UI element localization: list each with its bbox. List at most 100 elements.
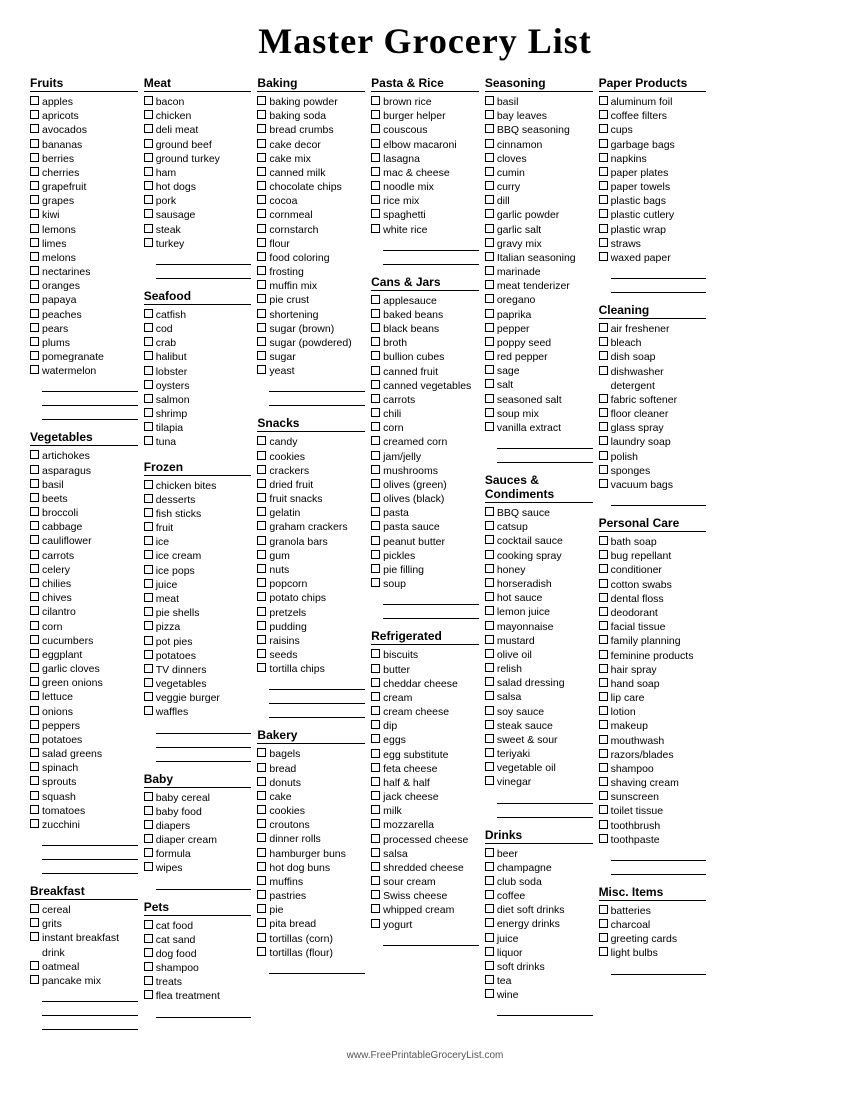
list-item[interactable]: formula [144, 847, 252, 861]
checkbox-icon[interactable] [257, 96, 266, 105]
checkbox-icon[interactable] [257, 139, 266, 148]
checkbox-icon[interactable] [144, 976, 153, 985]
list-item[interactable]: sausage [144, 208, 252, 222]
list-item[interactable]: muffin mix [257, 279, 365, 293]
list-item[interactable]: shampoo [599, 762, 707, 776]
checkbox-icon[interactable] [371, 777, 380, 786]
checkbox-icon[interactable] [599, 110, 608, 119]
checkbox-icon[interactable] [144, 380, 153, 389]
checkbox-icon[interactable] [599, 720, 608, 729]
list-item[interactable]: laundry soap [599, 435, 707, 449]
checkbox-icon[interactable] [30, 252, 39, 261]
checkbox-icon[interactable] [257, 904, 266, 913]
checkbox-icon[interactable] [371, 167, 380, 176]
checkbox-icon[interactable] [371, 834, 380, 843]
list-item[interactable]: gravy mix [485, 237, 593, 251]
checkbox-icon[interactable] [599, 763, 608, 772]
checkbox-icon[interactable] [30, 167, 39, 176]
checkbox-icon[interactable] [257, 153, 266, 162]
checkbox-icon[interactable] [599, 621, 608, 630]
list-item[interactable]: artichokes [30, 449, 138, 463]
list-item[interactable]: plastic wrap [599, 223, 707, 237]
list-item[interactable]: broth [371, 336, 479, 350]
checkbox-icon[interactable] [485, 592, 494, 601]
checkbox-icon[interactable] [599, 408, 608, 417]
list-item[interactable]: catsup [485, 520, 593, 534]
list-item[interactable]: spaghetti [371, 208, 479, 222]
checkbox-icon[interactable] [485, 734, 494, 743]
list-item[interactable]: honey [485, 563, 593, 577]
list-item[interactable]: whipped cream [371, 903, 479, 917]
list-item[interactable]: croutons [257, 818, 365, 832]
list-item[interactable]: mouthwash [599, 734, 707, 748]
checkbox-icon[interactable] [144, 139, 153, 148]
list-item[interactable]: salsa [485, 690, 593, 704]
list-item[interactable]: paper plates [599, 166, 707, 180]
list-item[interactable]: waxed paper [599, 251, 707, 265]
list-item[interactable]: fruit snacks [257, 492, 365, 506]
list-item[interactable]: tortilla chips [257, 662, 365, 676]
checkbox-icon[interactable] [30, 805, 39, 814]
checkbox-icon[interactable] [371, 110, 380, 119]
checkbox-icon[interactable] [257, 266, 266, 275]
checkbox-icon[interactable] [257, 621, 266, 630]
list-item[interactable]: hamburger buns [257, 847, 365, 861]
list-item[interactable]: popcorn [257, 577, 365, 591]
checkbox-icon[interactable] [485, 550, 494, 559]
checkbox-icon[interactable] [257, 933, 266, 942]
list-item[interactable]: chili [371, 407, 479, 421]
list-item[interactable]: hand soap [599, 677, 707, 691]
checkbox-icon[interactable] [257, 607, 266, 616]
list-item[interactable]: cake [257, 790, 365, 804]
list-item[interactable]: lemon juice [485, 605, 593, 619]
list-item[interactable]: pretzels [257, 606, 365, 620]
checkbox-icon[interactable] [144, 309, 153, 318]
list-item[interactable]: sweet & sour [485, 733, 593, 747]
checkbox-icon[interactable] [485, 238, 494, 247]
list-item[interactable]: air freshener [599, 322, 707, 336]
list-item[interactable]: baby food [144, 805, 252, 819]
checkbox-icon[interactable] [257, 167, 266, 176]
list-item[interactable]: butter [371, 663, 479, 677]
checkbox-icon[interactable] [371, 720, 380, 729]
checkbox-icon[interactable] [599, 820, 608, 829]
checkbox-icon[interactable] [485, 96, 494, 105]
list-item[interactable]: jack cheese [371, 790, 479, 804]
checkbox-icon[interactable] [30, 337, 39, 346]
checkbox-icon[interactable] [30, 139, 39, 148]
list-item[interactable]: grapefruit [30, 180, 138, 194]
checkbox-icon[interactable] [144, 948, 153, 957]
list-item[interactable]: Swiss cheese [371, 889, 479, 903]
checkbox-icon[interactable] [599, 777, 608, 786]
list-item[interactable]: garbage bags [599, 138, 707, 152]
list-item[interactable]: yogurt [371, 918, 479, 932]
checkbox-icon[interactable] [485, 691, 494, 700]
list-item[interactable]: marinade [485, 265, 593, 279]
checkbox-icon[interactable] [144, 607, 153, 616]
list-item[interactable]: soup [371, 577, 479, 591]
checkbox-icon[interactable] [257, 507, 266, 516]
checkbox-icon[interactable] [30, 677, 39, 686]
list-item[interactable]: sage [485, 364, 593, 378]
checkbox-icon[interactable] [30, 663, 39, 672]
list-item[interactable]: peppers [30, 719, 138, 733]
list-item[interactable]: sugar (powdered) [257, 336, 365, 350]
list-item[interactable]: avocados [30, 123, 138, 137]
list-item[interactable]: beets [30, 492, 138, 506]
checkbox-icon[interactable] [599, 635, 608, 644]
list-item[interactable]: bullion cubes [371, 350, 479, 364]
checkbox-icon[interactable] [30, 521, 39, 530]
checkbox-icon[interactable] [257, 876, 266, 885]
checkbox-icon[interactable] [599, 933, 608, 942]
checkbox-icon[interactable] [599, 706, 608, 715]
list-item[interactable]: cheddar cheese [371, 677, 479, 691]
checkbox-icon[interactable] [144, 792, 153, 801]
checkbox-icon[interactable] [599, 607, 608, 616]
list-item[interactable]: cake decor [257, 138, 365, 152]
checkbox-icon[interactable] [485, 422, 494, 431]
checkbox-icon[interactable] [144, 224, 153, 233]
checkbox-icon[interactable] [144, 636, 153, 645]
list-item[interactable]: corn [371, 421, 479, 435]
checkbox-icon[interactable] [30, 323, 39, 332]
list-item[interactable]: oysters [144, 379, 252, 393]
